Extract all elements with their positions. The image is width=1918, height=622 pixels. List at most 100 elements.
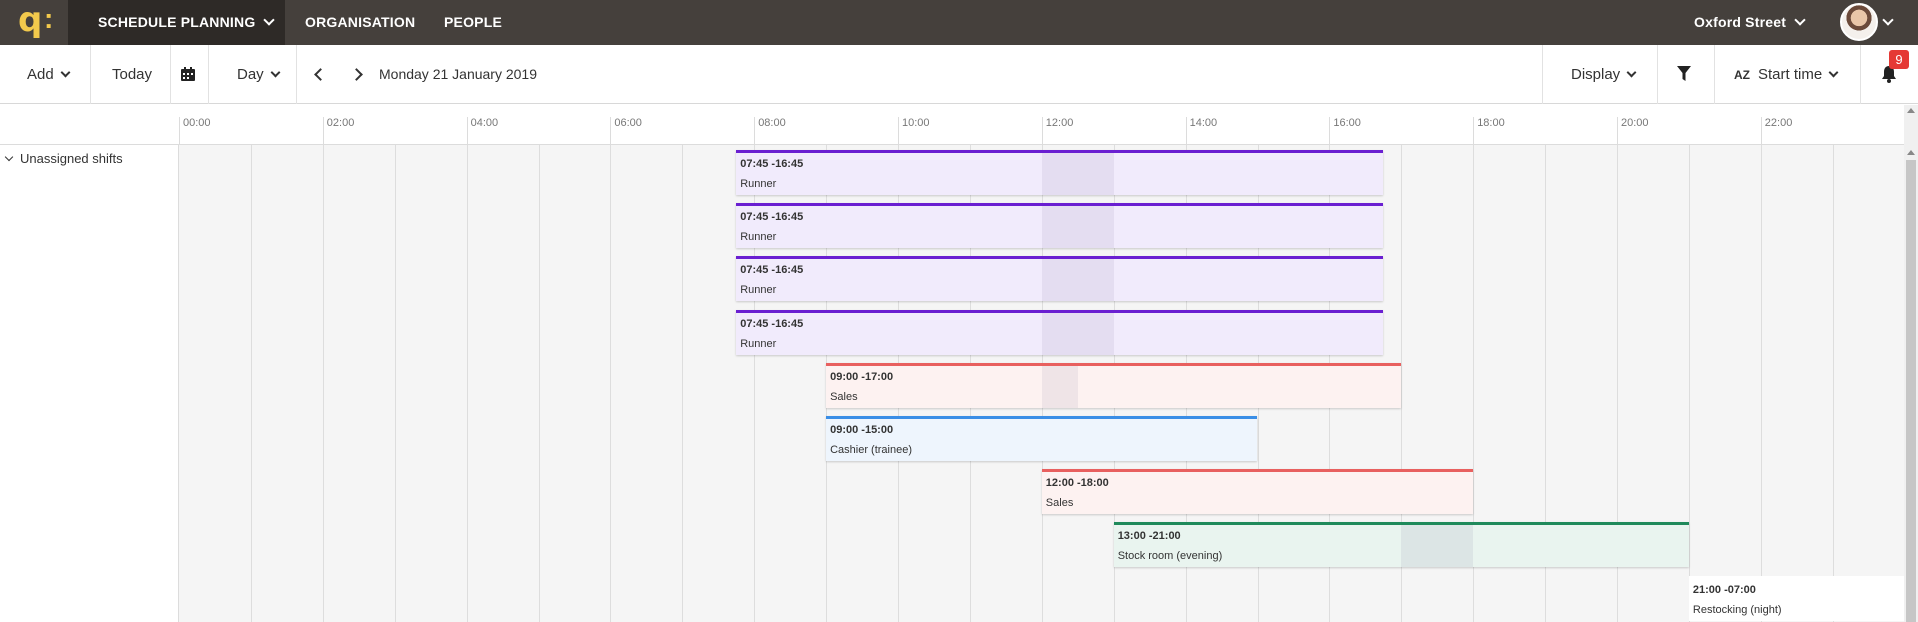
user-menu-toggle[interactable]	[1882, 0, 1894, 45]
chevron-down-icon	[1882, 14, 1894, 26]
group-column: Unassigned shifts	[0, 145, 179, 622]
toolbar-divider	[1860, 45, 1861, 104]
shift-time: 13:00 -21:00	[1117, 530, 1181, 543]
shift-block[interactable]: 21:00 -07:00 Restocking (night)	[1688, 575, 1904, 621]
shift-role: Sales	[1045, 497, 1074, 510]
chevron-down-icon	[1794, 14, 1806, 26]
today-button[interactable]: Today	[112, 45, 152, 104]
timeline-tick: 02:00	[322, 117, 354, 145]
shift-role: Runner	[740, 231, 777, 244]
timeline-tick: 10:00	[898, 117, 930, 145]
hour-gridline	[250, 145, 252, 622]
toolbar-divider	[296, 45, 297, 104]
toolbar-divider	[1714, 45, 1715, 104]
timeline-tick: 16:00	[1329, 117, 1361, 145]
nav-schedule-planning[interactable]: SCHEDULE PLANNING	[68, 0, 285, 45]
break-shading	[1041, 312, 1114, 355]
filter-icon	[1677, 66, 1691, 81]
shift-block[interactable]: 13:00 -21:00 Stock room (evening)	[1113, 522, 1689, 568]
timeline-tick: 22:00	[1760, 117, 1792, 145]
nav-schedule-planning-label: SCHEDULE PLANNING	[98, 14, 256, 30]
hour-gridline	[466, 145, 468, 622]
hour-gridline	[394, 145, 396, 622]
chevron-down-icon	[60, 67, 71, 78]
break-shading	[1041, 259, 1114, 302]
sort-az-icon: AZ	[1734, 68, 1750, 82]
shift-block[interactable]: 07:45 -16:45 Runner	[736, 256, 1384, 302]
shift-time: 09:00 -15:00	[830, 424, 894, 436]
hour-gridline	[610, 145, 612, 622]
today-button-label: Today	[112, 66, 153, 83]
shift-block[interactable]: 12:00 -18:00 Sales	[1041, 469, 1474, 515]
calendar-icon	[181, 67, 195, 81]
timeline-tick: 14:00	[1185, 117, 1217, 145]
unassigned-shifts-group[interactable]: Unassigned shifts	[4, 151, 123, 166]
shift-block[interactable]: 07:45 -16:45 Runner	[736, 150, 1384, 195]
display-button-label: Display	[1571, 66, 1621, 83]
user-avatar[interactable]	[1840, 3, 1878, 41]
timeline-tick: 12:00	[1041, 117, 1073, 145]
display-button[interactable]: Display	[1571, 45, 1637, 104]
group-label-text: Unassigned shifts	[20, 151, 123, 166]
schedule-grid: 07:45 -16:45 Runner 07:45 -16:45 Runner 07:4…	[179, 145, 1904, 622]
timeline-header: 00:00 02:00 04:00 06:00 08:00 10:00 12:00 14:00…	[0, 105, 1904, 145]
schedule-toolbar: Add Today Day Monday 21 January 2019 Dis…	[0, 45, 1918, 104]
app-logo[interactable]: q :	[0, 0, 68, 45]
view-selector[interactable]: Day	[237, 45, 281, 104]
add-button[interactable]: Add	[27, 45, 71, 104]
current-date-label: Monday 21 January 2019	[379, 66, 537, 82]
break-shading	[1041, 206, 1114, 249]
shift-block[interactable]: 07:45 -16:45 Runner	[736, 309, 1384, 355]
sort-button-label: Start time	[1758, 66, 1823, 83]
location-selector[interactable]: Oxford Street	[1694, 0, 1806, 45]
next-day-button[interactable]	[350, 45, 363, 104]
shift-time: 21:00 -07:00	[1692, 583, 1756, 596]
chevron-down-icon	[4, 152, 14, 162]
shift-role: Stock room (evening)	[1117, 550, 1223, 563]
sort-button[interactable]: AZ Start time	[1734, 45, 1839, 104]
shift-time: 07:45 -16:45	[740, 317, 804, 330]
view-selector-label: Day	[237, 66, 264, 83]
chevron-right-icon	[350, 68, 363, 81]
shift-block[interactable]: 09:00 -15:00 Cashier (trainee)	[826, 416, 1258, 461]
shift-block[interactable]: 07:45 -16:45 Runner	[736, 203, 1384, 249]
previous-day-button[interactable]	[314, 45, 327, 104]
hour-gridline	[538, 145, 540, 622]
scroll-up-arrow[interactable]	[1907, 108, 1915, 113]
hour-gridline	[322, 145, 324, 622]
shift-role: Runner	[740, 337, 777, 350]
shift-role: Sales	[830, 390, 858, 403]
shift-role: Runner	[740, 178, 777, 190]
scroll-up-arrow[interactable]	[1907, 150, 1915, 155]
timeline-tick: 00:00	[179, 117, 211, 145]
toolbar-divider	[170, 45, 171, 104]
hour-gridline	[1832, 145, 1834, 622]
top-navigation-bar: q : SCHEDULE PLANNING ORGANISATION PEOPL…	[0, 0, 1918, 45]
hour-gridline	[682, 145, 684, 622]
scrollbar-thumb[interactable]	[1906, 160, 1916, 622]
timeline-tick: 18:00	[1473, 117, 1505, 145]
shift-time: 07:45 -16:45	[740, 211, 804, 224]
nav-organisation[interactable]: ORGANISATION	[305, 0, 415, 45]
filter-button[interactable]	[1677, 45, 1691, 104]
timeline-tick: 06:00	[610, 117, 642, 145]
chevron-down-icon	[263, 14, 276, 26]
shift-role: Restocking (night)	[1692, 603, 1782, 616]
shift-block[interactable]: 09:00 -17:00 Sales	[826, 362, 1402, 408]
location-label: Oxford Street	[1694, 14, 1787, 30]
timeline-tick: 08:00	[754, 117, 786, 145]
chevron-left-icon	[314, 68, 327, 81]
notification-count-badge: 9	[1889, 50, 1909, 69]
shift-role: Runner	[740, 284, 777, 297]
calendar-button[interactable]	[180, 45, 200, 104]
chevron-down-icon	[270, 67, 281, 78]
logo-glyph: q	[18, 0, 43, 40]
nav-organisation-label: ORGANISATION	[305, 14, 416, 30]
timeline-tick: 04:00	[466, 117, 498, 145]
break-shading	[1041, 153, 1114, 195]
shift-time: 07:45 -16:45	[740, 264, 804, 277]
toolbar-divider	[90, 45, 91, 104]
hour-gridline	[1760, 145, 1762, 622]
nav-people[interactable]: PEOPLE	[444, 0, 502, 45]
toolbar-divider	[208, 45, 209, 104]
